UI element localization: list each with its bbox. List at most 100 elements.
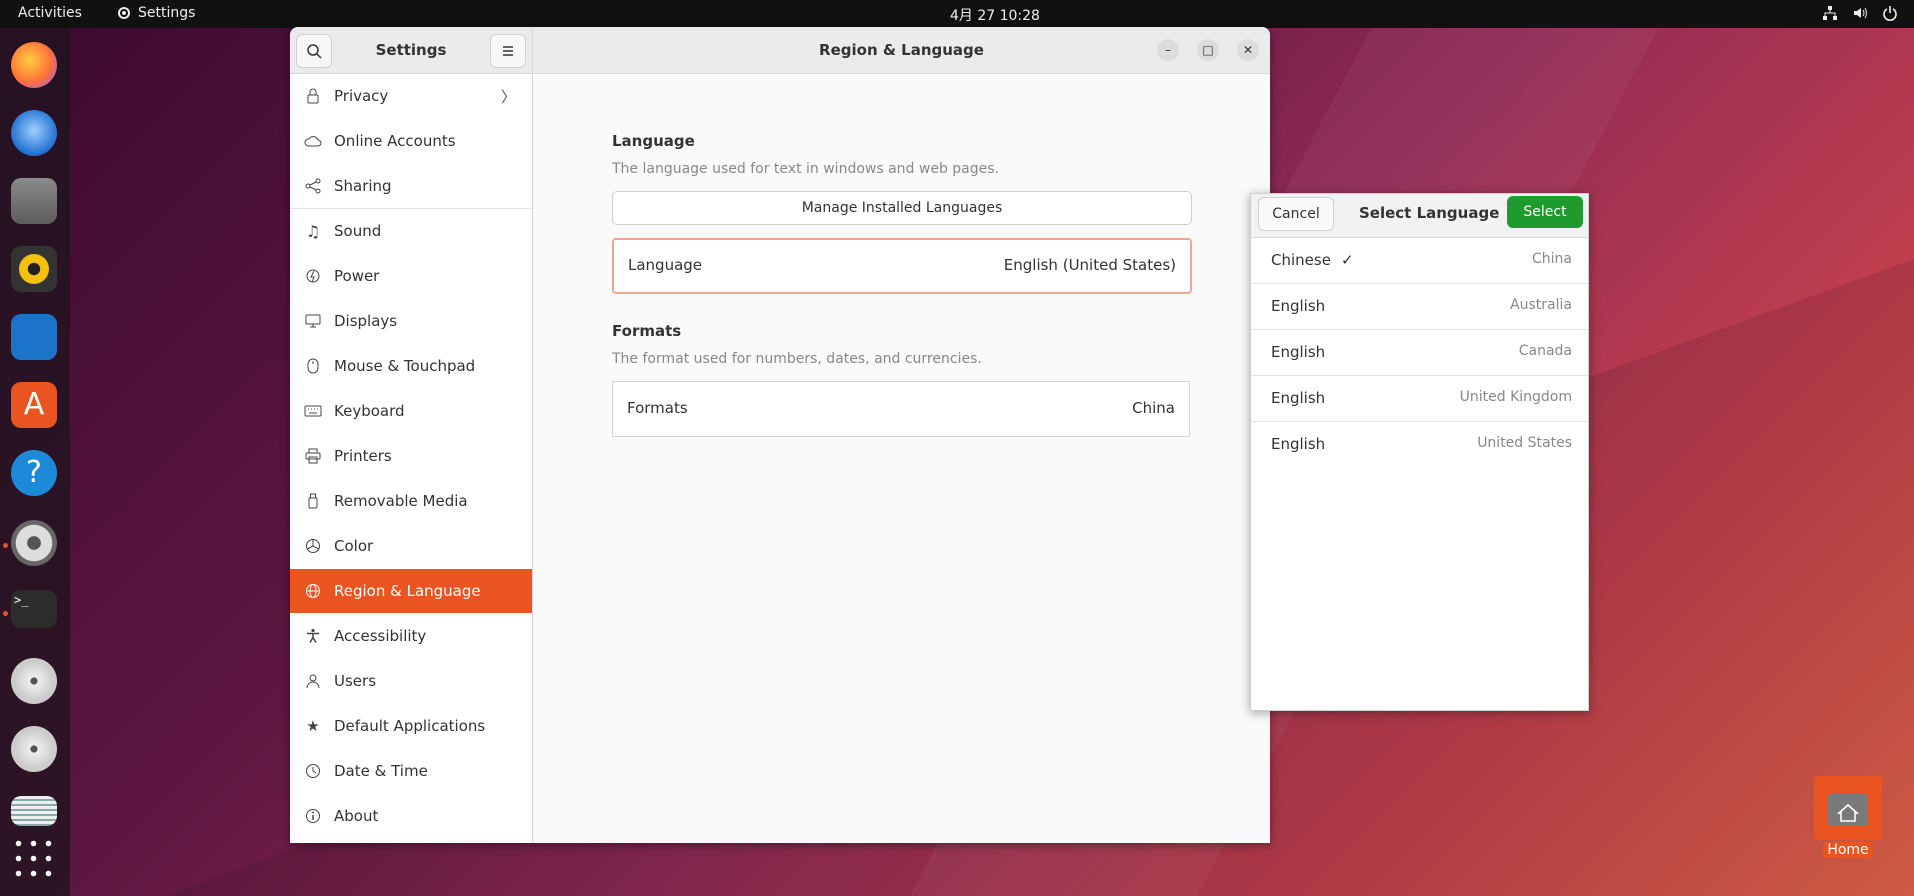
- disc-icon[interactable]: [11, 726, 57, 772]
- sidebar-item-label: Sound: [334, 222, 382, 240]
- language-row[interactable]: Language English (United States): [612, 238, 1192, 294]
- sidebar-item-users[interactable]: Users: [290, 659, 532, 703]
- usb-icon: [304, 492, 322, 510]
- language-list-item[interactable]: Chinese ✓ China: [1251, 238, 1588, 284]
- sidebar-item-removable-media[interactable]: Removable Media: [290, 479, 532, 523]
- sidebar-item-power[interactable]: Power: [290, 254, 532, 298]
- star-icon: ★: [306, 717, 320, 735]
- network-icon: [1823, 6, 1837, 20]
- thunderbird-icon[interactable]: [11, 110, 57, 156]
- running-indicator: [3, 543, 8, 548]
- language-country: Australia: [1510, 297, 1572, 313]
- maximize-button[interactable]: □: [1197, 39, 1219, 61]
- sidebar-item-label: Power: [334, 267, 380, 285]
- sidebar-item-label: Displays: [334, 312, 398, 330]
- firefox-icon[interactable]: [11, 42, 57, 88]
- clock[interactable]: 4月 27 10:28: [950, 5, 1040, 25]
- volume-icon: [1854, 7, 1867, 19]
- users-icon: [304, 672, 322, 690]
- sidebar-item-region-language[interactable]: Region & Language: [290, 569, 532, 613]
- sidebar-item-sharing[interactable]: Sharing: [290, 164, 532, 208]
- scanner-icon[interactable]: [11, 796, 57, 826]
- language-country: United States: [1477, 435, 1572, 451]
- close-button[interactable]: ✕: [1237, 39, 1259, 61]
- home-folder-icon: [1814, 776, 1882, 840]
- settings-icon[interactable]: [11, 520, 57, 566]
- help-icon[interactable]: ?: [11, 450, 57, 496]
- music-note-icon: ♫: [305, 221, 321, 241]
- cancel-button[interactable]: Cancel: [1258, 197, 1334, 231]
- printer-icon: [304, 447, 322, 465]
- files-icon[interactable]: [11, 178, 57, 224]
- menu-button[interactable]: [490, 34, 526, 68]
- sidebar-item-label: Online Accounts: [334, 132, 456, 150]
- sidebar-item-keyboard[interactable]: Keyboard: [290, 389, 532, 433]
- activities-button[interactable]: Activities: [18, 5, 82, 21]
- rhythmbox-icon[interactable]: [11, 246, 57, 292]
- terminal-icon[interactable]: >_: [11, 590, 57, 628]
- software-icon[interactable]: A: [11, 382, 57, 428]
- language-row-label: Language: [628, 256, 703, 274]
- mouse-icon: [304, 357, 322, 375]
- main-header: Region & Language – □ ✕: [533, 27, 1270, 74]
- sidebar-item-date-time[interactable]: Date & Time: [290, 749, 532, 793]
- sidebar-item-label: Printers: [334, 447, 392, 465]
- select-button[interactable]: Select: [1507, 196, 1583, 228]
- sidebar-item-default-applications[interactable]: ★ Default Applications: [290, 704, 532, 748]
- globe-icon: [304, 582, 322, 600]
- sidebar-item-mouse-touchpad[interactable]: Mouse & Touchpad: [290, 344, 532, 388]
- sidebar-item-label: Date & Time: [334, 762, 428, 780]
- keyboard-icon: [304, 402, 322, 420]
- sidebar-item-sound[interactable]: ♫ Sound: [290, 209, 532, 253]
- running-indicator: [3, 611, 8, 616]
- sidebar-item-label: Default Applications: [334, 717, 486, 735]
- dialog-title: Select Language: [1359, 204, 1500, 222]
- sidebar-item-privacy[interactable]: Privacy 〉: [290, 74, 532, 118]
- info-icon: [304, 807, 322, 825]
- sidebar-item-displays[interactable]: Displays: [290, 299, 532, 343]
- sidebar-header: Settings: [290, 27, 533, 74]
- select-language-dialog: Cancel Select Language Select Chinese ✓ …: [1250, 193, 1589, 711]
- home-label: Home: [1823, 842, 1873, 858]
- disc-icon[interactable]: [11, 658, 57, 704]
- language-name: English: [1271, 435, 1326, 453]
- dock: A ? >_: [0, 28, 70, 896]
- sidebar-item-accessibility[interactable]: Accessibility: [290, 614, 532, 658]
- language-list-item[interactable]: English Canada: [1251, 330, 1588, 376]
- app-grid-icon[interactable]: [11, 836, 57, 882]
- formats-row-label: Formats: [627, 399, 688, 417]
- cloud-icon: [304, 132, 322, 150]
- display-icon: [304, 312, 322, 330]
- system-tray[interactable]: [1822, 5, 1898, 21]
- formats-row-value: China: [1132, 399, 1175, 417]
- settings-window: Settings Region & Language – □ ✕ Privacy…: [290, 27, 1270, 843]
- language-name: Chinese: [1271, 251, 1331, 269]
- app-menu[interactable]: Settings: [116, 5, 195, 21]
- language-list-item[interactable]: English Australia: [1251, 284, 1588, 330]
- language-list-item[interactable]: English United Kingdom: [1251, 376, 1588, 422]
- color-icon: [304, 537, 322, 555]
- sidebar-item-printers[interactable]: Printers: [290, 434, 532, 478]
- gear-icon: [118, 7, 130, 19]
- dialog-header: Cancel Select Language Select: [1251, 194, 1588, 238]
- language-country: Canada: [1518, 343, 1572, 359]
- hamburger-icon: [503, 46, 513, 56]
- sidebar-item-label: Removable Media: [334, 492, 468, 510]
- app-menu-label: Settings: [138, 5, 196, 21]
- sidebar-item-label: Mouse & Touchpad: [334, 357, 476, 375]
- sidebar-item-online-accounts[interactable]: Online Accounts: [290, 119, 532, 163]
- sidebar-item-label: Accessibility: [334, 627, 427, 645]
- home-desktop-icon[interactable]: Home: [1814, 776, 1882, 862]
- minimize-button[interactable]: –: [1157, 39, 1179, 61]
- language-name: English: [1271, 297, 1326, 315]
- manage-installed-languages-button[interactable]: Manage Installed Languages: [612, 191, 1192, 225]
- power-menu-icon: [1883, 6, 1897, 21]
- accessibility-icon: [304, 627, 322, 645]
- sidebar-item-label: Color: [334, 537, 374, 555]
- writer-icon[interactable]: [11, 314, 57, 360]
- formats-row[interactable]: Formats China: [612, 381, 1190, 437]
- sidebar-item-about[interactable]: About: [290, 794, 532, 838]
- sidebar-item-label: Sharing: [334, 177, 392, 195]
- sidebar-item-color[interactable]: Color: [290, 524, 532, 568]
- language-list-item[interactable]: English United States: [1251, 422, 1588, 467]
